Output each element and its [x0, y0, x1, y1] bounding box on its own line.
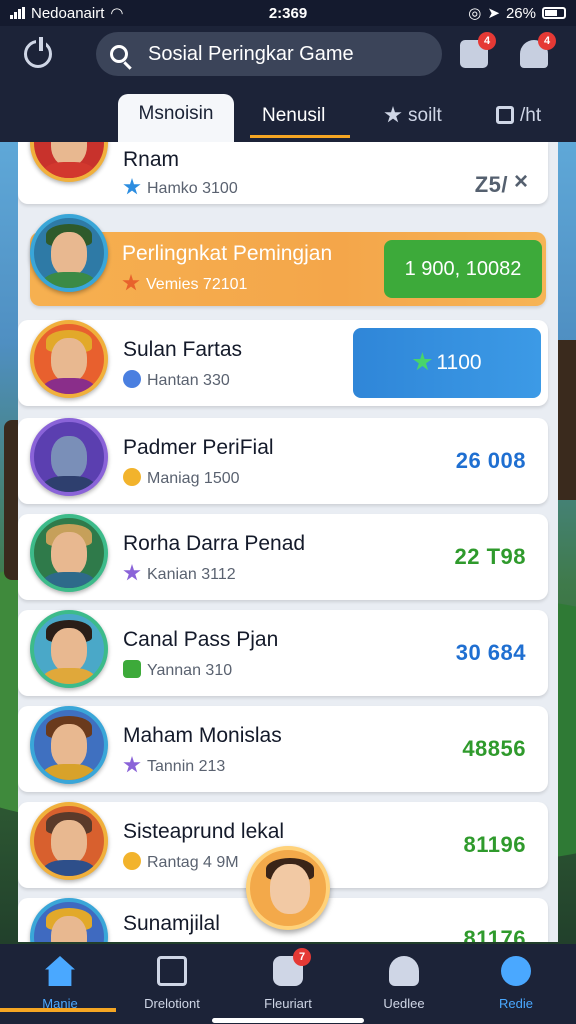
bell-badge: 4	[538, 32, 556, 50]
search-bar[interactable]: Sosial Peringkar Game	[96, 32, 442, 76]
alarm-icon: ◎	[468, 5, 482, 22]
home-icon	[45, 956, 75, 986]
player-score: 22 T98	[454, 544, 526, 569]
nav-item-uedlee[interactable]: Uedlee	[354, 952, 454, 1011]
star-tab-icon	[384, 106, 402, 123]
tab-nenusil[interactable]: Nenusil	[249, 96, 351, 142]
tab-bar: Msnoisin Nenusil soilt /ht	[0, 94, 576, 142]
sun-icon	[123, 852, 141, 870]
signal-icon	[10, 7, 25, 19]
battery-percent: 26%	[505, 4, 536, 22]
player-sub: Yannan 310	[123, 660, 232, 680]
player-name: Rnam	[123, 148, 180, 171]
tab-soilt-label: soilt	[408, 105, 442, 126]
nav-badge: 7	[293, 948, 311, 966]
player-name: Sunamjilal	[123, 912, 220, 935]
star-icon	[123, 178, 141, 195]
player-avatar[interactable]	[30, 418, 108, 496]
profile-card-icon	[157, 956, 187, 986]
player-name: Sisteaprund lekal	[123, 820, 285, 843]
nav-label: Drelotiont	[144, 996, 200, 1011]
location-icon: ➤	[487, 5, 500, 22]
player-score: 30 684	[455, 640, 526, 665]
star-icon	[123, 756, 141, 773]
player-name: Rorha Darra Penad	[123, 532, 306, 555]
player-sub: Rantag 4 9M	[123, 852, 239, 872]
shop-bag-icon[interactable]: 4	[460, 32, 496, 68]
tab-ht[interactable]: /ht	[496, 96, 541, 142]
wifi-icon: ◠	[110, 5, 124, 22]
power-icon[interactable]	[24, 37, 52, 68]
player-score: 1100	[436, 351, 482, 374]
player-avatar[interactable]	[30, 610, 108, 688]
active-tab-indicator	[0, 1008, 116, 1012]
star-icon	[123, 564, 141, 581]
gamepad-icon: 7	[273, 948, 311, 986]
highlight-title: Perlingnkat Pemingjan	[122, 242, 333, 265]
tab-soilt[interactable]: soilt	[384, 96, 442, 142]
player-score: 26 008	[455, 448, 526, 473]
status-bar: Nedoanairt ◠ 2:369 ◎ ➤ 26%	[0, 0, 576, 26]
player-sub: Hamko 3100	[123, 178, 238, 198]
search-user-icon	[501, 956, 531, 986]
score-button[interactable]: 1100	[353, 328, 541, 398]
player-name: Padmer PeriFial	[123, 436, 274, 459]
carrier-label: Nedoanairt	[31, 4, 105, 22]
star-icon	[412, 352, 433, 371]
nav-item-fleuriart[interactable]: 7 Fleuriart	[238, 948, 338, 1011]
player-name: Sulan Fartas	[123, 338, 243, 361]
box-tab-icon	[496, 106, 514, 124]
player-avatar[interactable]	[30, 514, 108, 592]
player-name: Maham Monislas	[123, 724, 282, 747]
user-icon	[389, 956, 419, 986]
player-sub: Kanian 3112	[123, 564, 236, 584]
close-icon[interactable]: ×	[514, 168, 528, 196]
player-score: 81196	[463, 832, 526, 857]
nav-item-home[interactable]: Manie	[10, 952, 110, 1011]
gem-icon	[123, 660, 141, 678]
player-sub: Tannin 213	[123, 756, 225, 776]
search-icon	[110, 45, 128, 63]
highlight-sub: Vemies 72101	[122, 274, 247, 294]
bottom-nav: Manie Drelotiont 7 Fleuriart Uedlee Redi…	[0, 944, 576, 1024]
home-indicator	[212, 1018, 364, 1023]
player-sub: Hantan 330	[123, 370, 230, 390]
star-icon	[122, 274, 140, 291]
player-name: Canal Pass Pjan	[123, 628, 279, 651]
sun-icon	[123, 468, 141, 486]
reward-button[interactable]: 1 900, 10082	[384, 240, 542, 298]
player-score: 48856	[462, 736, 526, 761]
leaderboard-list: Rnam Hamko 3100 Z5/ × Perlingnkat Peming…	[18, 142, 558, 942]
player-avatar[interactable]	[30, 706, 108, 784]
app-header: Sosial Peringkar Game 4 4	[0, 26, 576, 96]
nav-label: Redie	[499, 996, 533, 1011]
nav-label: Fleuriart	[264, 996, 312, 1011]
globe-icon	[123, 370, 141, 388]
tab-ht-label: /ht	[520, 105, 542, 126]
search-text: Sosial Peringkar Game	[148, 42, 354, 65]
current-user-avatar[interactable]	[246, 846, 330, 930]
player-score: 81176	[463, 926, 526, 942]
player-avatar[interactable]	[30, 802, 108, 880]
highlighted-list-item[interactable]: Perlingnkat Pemingjan Vemies 72101 1 900…	[30, 232, 546, 306]
player-sub: Maniag 1500	[123, 468, 240, 488]
player-score: Z5/	[474, 172, 508, 197]
nav-item-redie[interactable]: Redie	[466, 952, 566, 1011]
nav-item-drelotiont[interactable]: Drelotiont	[122, 952, 222, 1011]
player-avatar[interactable]	[30, 320, 108, 398]
battery-icon	[542, 7, 566, 19]
bag-badge: 4	[478, 32, 496, 50]
nav-label: Uedlee	[383, 996, 425, 1011]
tab-msnoisin[interactable]: Msnoisin	[118, 94, 234, 142]
player-avatar[interactable]	[30, 214, 108, 292]
status-time: 2:369	[268, 4, 308, 22]
notification-bell-icon[interactable]: 4	[520, 32, 556, 68]
